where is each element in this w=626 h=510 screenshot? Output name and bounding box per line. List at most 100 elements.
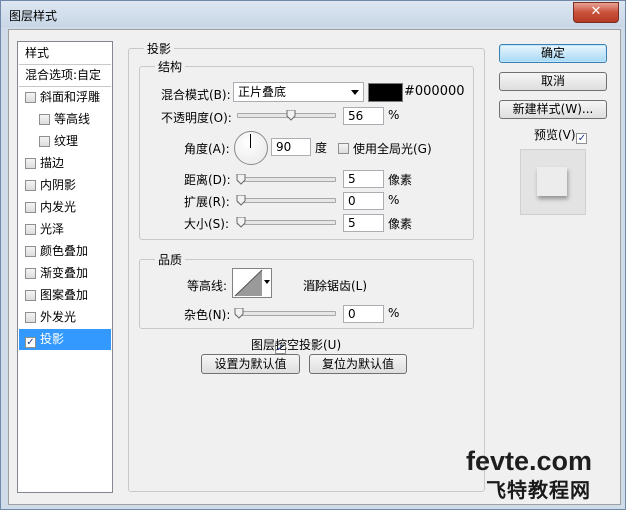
window-title: 图层样式 — [9, 9, 58, 23]
noise-slider-thumb[interactable] — [234, 308, 244, 319]
style-list-checkbox[interactable] — [25, 202, 36, 213]
size-slider-track[interactable] — [237, 220, 336, 225]
noise-label: 杂色(N): — [184, 308, 231, 322]
opacity-unit: % — [388, 108, 400, 122]
reset-default-button[interactable]: 复位为默认值 — [309, 354, 407, 374]
preview-checkbox[interactable]: ✓ — [576, 133, 588, 144]
drop-shadow-section-title: 投影 — [144, 40, 175, 57]
distance-slider-track[interactable] — [237, 177, 336, 182]
global-light-checkbox[interactable] — [338, 143, 349, 154]
opacity-label: 不透明度(O): — [161, 111, 232, 125]
style-list-label: 纹理 — [54, 134, 79, 148]
noise-unit: % — [388, 306, 400, 320]
cancel-button[interactable]: 取消 — [499, 72, 607, 91]
title-bar[interactable]: 图层样式 ✕ — [1, 1, 625, 27]
style-list-checkbox[interactable]: ✓ — [25, 337, 36, 348]
opacity-slider-thumb[interactable] — [286, 110, 296, 121]
style-list-item[interactable]: ✓ 投影 — [19, 329, 111, 350]
size-unit: 像素 — [388, 217, 413, 231]
style-list-checkbox[interactable] — [25, 290, 36, 301]
style-preview-thumbnail — [520, 149, 586, 215]
style-list-item[interactable]: 纹理 — [19, 131, 111, 152]
style-list-item[interactable]: 等高线 — [19, 109, 111, 130]
style-list-label: 外发光 — [40, 310, 77, 324]
styles-list: 样式混合选项:自定斜面和浮雕等高线纹理描边内阴影内发光光泽颜色叠加渐变叠加图案叠… — [17, 41, 113, 493]
style-list-label: 斜面和浮雕 — [40, 90, 101, 104]
noise-slider-track[interactable] — [235, 311, 336, 316]
spread-slider-track[interactable] — [237, 198, 336, 203]
style-list-item[interactable]: 描边 — [19, 153, 111, 174]
quality-title: 品质 — [155, 251, 186, 268]
distance-unit: 像素 — [388, 173, 413, 187]
distance-label: 距离(D): — [184, 173, 231, 187]
watermark-domain: fevte.com — [466, 446, 593, 476]
anti-aliased-label: 消除锯齿(L) — [303, 279, 368, 293]
preview-label: 预览(V) — [534, 128, 576, 142]
noise-input[interactable]: 0 — [343, 305, 384, 323]
knockout-label: 图层挖空投影(U) — [251, 338, 342, 352]
style-list-checkbox[interactable] — [25, 268, 36, 279]
ok-button[interactable]: 确定 — [499, 44, 607, 63]
style-list-checkbox[interactable] — [25, 92, 36, 103]
style-list-label: 混合选项:自定 — [25, 68, 102, 82]
style-list-checkbox[interactable] — [25, 224, 36, 235]
structure-title: 结构 — [155, 58, 186, 75]
contour-label: 等高线: — [187, 279, 228, 293]
distance-input[interactable]: 5 — [343, 170, 384, 188]
style-list-label: 等高线 — [54, 112, 91, 126]
style-list-item[interactable]: 内阴影 — [19, 175, 111, 196]
style-list-checkbox[interactable] — [39, 136, 50, 147]
size-slider-thumb[interactable] — [236, 217, 246, 228]
contour-curve-icon — [234, 269, 263, 297]
style-list-label: 光泽 — [40, 222, 65, 236]
style-list-item[interactable]: 内发光 — [19, 197, 111, 218]
style-list-checkbox[interactable] — [25, 312, 36, 323]
spread-label: 扩展(R): — [184, 195, 230, 209]
style-list-checkbox[interactable] — [25, 158, 36, 169]
angle-input[interactable]: 90 — [271, 138, 311, 156]
chevron-down-icon — [351, 90, 359, 95]
size-input[interactable]: 5 — [343, 214, 384, 232]
style-list-item[interactable]: 混合选项:自定 — [19, 65, 111, 87]
angle-unit: 度 — [315, 141, 328, 155]
style-list-item[interactable]: 外发光 — [19, 307, 111, 328]
spread-input[interactable]: 0 — [343, 192, 384, 210]
style-list-checkbox[interactable] — [25, 180, 36, 191]
style-list-item[interactable]: 斜面和浮雕 — [19, 87, 111, 108]
style-list-label: 内发光 — [40, 200, 77, 214]
style-list-item[interactable]: 光泽 — [19, 219, 111, 240]
angle-dial[interactable] — [234, 131, 268, 165]
style-list-label: 图案叠加 — [40, 288, 89, 302]
contour-chevron-down-icon[interactable] — [264, 280, 270, 284]
style-list-label: 内阴影 — [40, 178, 77, 192]
blend-mode-value: 正片叠底 — [238, 85, 287, 99]
spread-slider-thumb[interactable] — [236, 195, 246, 206]
style-list-checkbox[interactable] — [39, 114, 50, 125]
style-list-label: 投影 — [40, 332, 65, 346]
style-list-item[interactable]: 样式 — [19, 43, 111, 65]
style-list-item[interactable]: 渐变叠加 — [19, 263, 111, 284]
watermark-site-name: 飞特教程网 — [486, 478, 591, 502]
style-list-label: 渐变叠加 — [40, 266, 89, 280]
style-list-item[interactable]: 颜色叠加 — [19, 241, 111, 262]
make-default-button[interactable]: 设置为默认值 — [201, 354, 300, 374]
global-light-label: 使用全局光(G) — [353, 142, 432, 156]
size-label: 大小(S): — [184, 217, 230, 231]
style-list-label: 描边 — [40, 156, 65, 170]
opacity-input[interactable]: 56 — [343, 107, 384, 125]
distance-slider-thumb[interactable] — [236, 174, 246, 185]
shadow-color-swatch[interactable] — [368, 83, 403, 102]
style-list-label: 颜色叠加 — [40, 244, 89, 258]
style-list-label: 样式 — [25, 46, 50, 60]
shadow-color-hex: #000000 — [404, 84, 465, 99]
angle-needle — [250, 134, 251, 148]
new-style-button[interactable]: 新建样式(W)... — [499, 100, 607, 119]
style-list-item[interactable]: 图案叠加 — [19, 285, 111, 306]
style-list-checkbox[interactable] — [25, 246, 36, 257]
style-preview-square — [537, 167, 567, 196]
angle-label: 角度(A): — [184, 142, 230, 156]
contour-picker[interactable] — [232, 268, 272, 298]
spread-unit: % — [388, 193, 400, 207]
close-button[interactable]: ✕ — [573, 2, 619, 23]
blend-mode-select[interactable]: 正片叠底 — [233, 82, 364, 102]
